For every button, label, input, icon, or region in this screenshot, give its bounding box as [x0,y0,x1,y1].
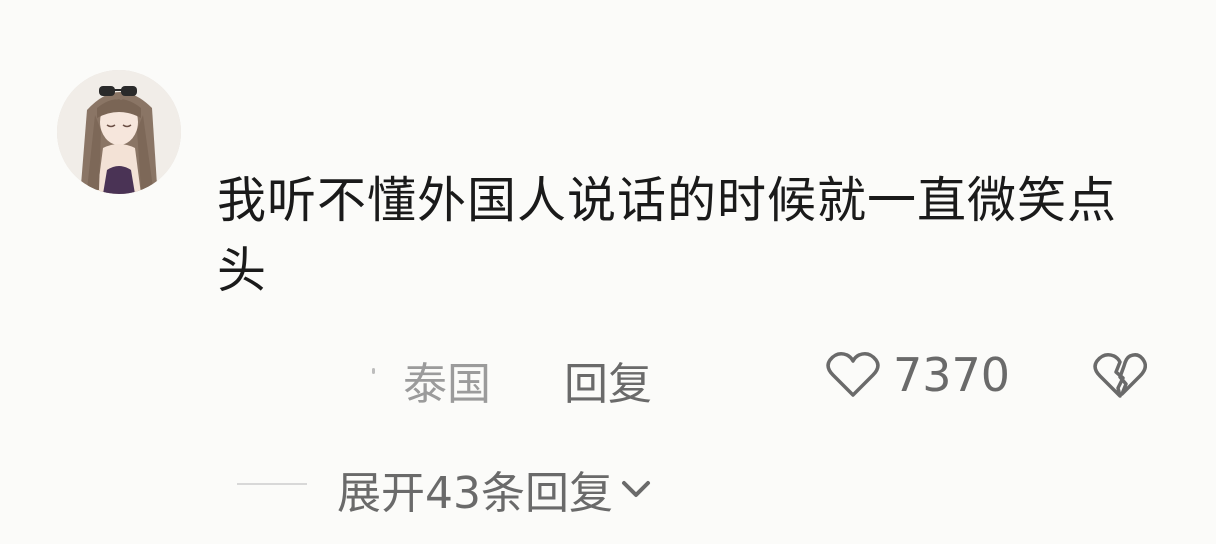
broken-heart-icon [1093,353,1148,398]
dislike-button[interactable] [1093,352,1148,411]
divider-line [237,483,307,485]
like-button[interactable]: 7370 [825,348,1010,402]
expand-replies-button[interactable]: 展开43条回复 [337,457,653,521]
comment-item: 我听不懂外国人说话的时候就一直微笑点头 泰国 回复 7370 展开43条回复 [0,0,1216,544]
separator-dot [372,368,375,374]
comment-meta: 泰国 回复 7370 [0,346,1216,410]
user-avatar[interactable] [57,70,181,194]
expand-replies-label: 展开43条回复 [337,468,613,519]
like-count: 7370 [893,348,1011,402]
comment-text: 我听不懂外国人说话的时候就一直微笑点头 [217,172,1118,299]
location-label: 泰国 [403,359,491,410]
chevron-down-icon [622,481,650,497]
heart-outline-icon [826,352,880,397]
reply-button[interactable]: 回复 [564,348,652,412]
expand-replies-row: 展开43条回复 [0,455,1216,519]
